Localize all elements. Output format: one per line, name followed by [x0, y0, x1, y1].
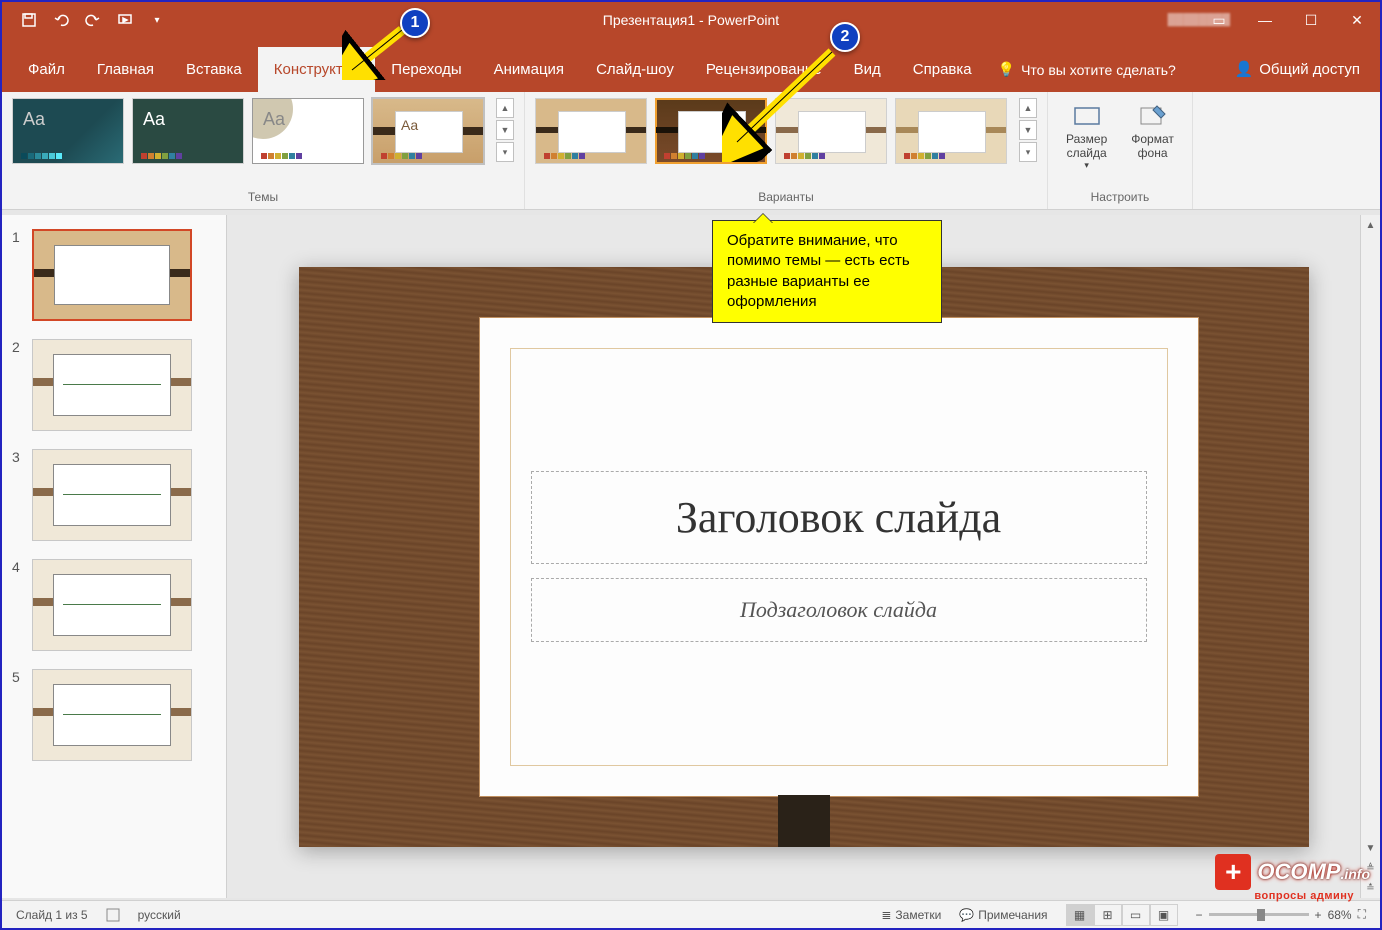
zoom-in-button[interactable]: +: [1315, 908, 1322, 922]
format-background-button[interactable]: Формат фона: [1123, 98, 1182, 164]
spellcheck-button[interactable]: [106, 908, 120, 922]
tab-file[interactable]: Файл: [12, 47, 81, 92]
variants-more[interactable]: ▾: [1019, 142, 1037, 162]
tab-insert[interactable]: Вставка: [170, 47, 258, 92]
tell-me-search[interactable]: 💡 Что вы хотите сделать?: [988, 47, 1186, 92]
annotation-arrow-2: [722, 42, 842, 162]
slideshow-view-button[interactable]: ▣: [1150, 904, 1178, 926]
slide-canvas[interactable]: Заголовок слайда Подзаголовок слайда: [299, 267, 1309, 847]
themes-group-label: Темы: [12, 187, 514, 207]
maximize-button[interactable]: ☐: [1288, 2, 1334, 38]
fit-to-window-button[interactable]: ⛶: [1358, 907, 1366, 922]
tab-view[interactable]: Вид: [838, 47, 897, 92]
variants-group-label: Варианты: [535, 187, 1037, 207]
annotation-marker-1: 1: [400, 8, 430, 38]
language-status[interactable]: русский: [138, 908, 181, 922]
share-button[interactable]: 👤 Общий доступ: [1215, 46, 1380, 92]
notes-button[interactable]: ≣Заметки: [881, 908, 941, 922]
subtitle-placeholder[interactable]: Подзаголовок слайда: [531, 578, 1147, 642]
watermark: + OCOMP.info вопросы админу: [1215, 854, 1370, 890]
clip-decoration-bottom: [778, 795, 830, 847]
slide-counter: Слайд 1 из 5: [16, 908, 88, 922]
tab-animations[interactable]: Анимация: [478, 47, 580, 92]
slide-thumb-4[interactable]: [32, 559, 192, 651]
slide-number: 2: [12, 339, 22, 431]
variant-option-4[interactable]: [895, 98, 1007, 164]
slide-number: 3: [12, 449, 22, 541]
watermark-icon: +: [1215, 854, 1251, 890]
annotation-marker-2: 2: [830, 22, 860, 52]
slide-number: 4: [12, 559, 22, 651]
slide-thumb-5[interactable]: [32, 669, 192, 761]
reading-view-button[interactable]: ▭: [1122, 904, 1150, 926]
vertical-scrollbar[interactable]: ▲ ▼ ≜ ≛: [1360, 215, 1380, 898]
save-button[interactable]: [20, 11, 38, 29]
slide-size-icon: [1071, 102, 1103, 130]
theme-option-3[interactable]: Aa: [252, 98, 364, 164]
bulb-icon: 💡: [998, 61, 1015, 78]
tab-home[interactable]: Главная: [81, 47, 170, 92]
title-placeholder[interactable]: Заголовок слайда: [531, 471, 1147, 564]
variant-option-1[interactable]: [535, 98, 647, 164]
slide-size-button[interactable]: Размер слайда ▾: [1058, 98, 1115, 175]
zoom-slider[interactable]: [1209, 913, 1309, 916]
slide-thumb-3[interactable]: [32, 449, 192, 541]
undo-button[interactable]: [52, 11, 70, 29]
comments-icon: 💬: [959, 908, 974, 922]
scroll-up[interactable]: ▲: [1361, 215, 1380, 235]
window-title: Презентация1 - PowerPoint: [603, 12, 779, 28]
variants-scroll-down[interactable]: ▼: [1019, 120, 1037, 140]
redo-button[interactable]: [84, 11, 102, 29]
qat-dropdown[interactable]: ▾: [148, 11, 166, 29]
annotation-callout: Обратите внимание, что помимо темы — ест…: [712, 220, 942, 323]
ribbon-options-button[interactable]: ▭: [1196, 2, 1242, 38]
slide-number: 5: [12, 669, 22, 761]
customize-group-label: Настроить: [1058, 187, 1182, 207]
theme-option-1[interactable]: Aa: [12, 98, 124, 164]
themes-scroll-up[interactable]: ▲: [496, 98, 514, 118]
themes-scroll-down[interactable]: ▼: [496, 120, 514, 140]
sorter-view-button[interactable]: ⊞: [1094, 904, 1122, 926]
slide-thumb-2[interactable]: [32, 339, 192, 431]
theme-option-4-selected[interactable]: Aa: [372, 98, 484, 164]
minimize-button[interactable]: —: [1242, 2, 1288, 38]
tab-slideshow[interactable]: Слайд-шоу: [580, 47, 690, 92]
format-bg-icon: [1137, 102, 1169, 130]
variants-scroll-up[interactable]: ▲: [1019, 98, 1037, 118]
start-slideshow-button[interactable]: [116, 11, 134, 29]
close-button[interactable]: ✕: [1334, 2, 1380, 38]
notes-icon: ≣: [881, 908, 891, 922]
zoom-out-button[interactable]: −: [1196, 908, 1203, 922]
share-icon: 👤: [1235, 60, 1254, 78]
themes-more[interactable]: ▾: [496, 142, 514, 162]
slide-number: 1: [12, 229, 22, 321]
theme-option-2[interactable]: Aa: [132, 98, 244, 164]
zoom-level[interactable]: 68%: [1328, 908, 1352, 922]
comments-button[interactable]: 💬Примечания: [959, 908, 1047, 922]
tab-help[interactable]: Справка: [897, 47, 988, 92]
normal-view-button[interactable]: ▦: [1066, 904, 1094, 926]
slide-thumb-1[interactable]: [32, 229, 192, 321]
slide-thumbnails-panel: 1 2 3 4 5: [2, 215, 227, 898]
